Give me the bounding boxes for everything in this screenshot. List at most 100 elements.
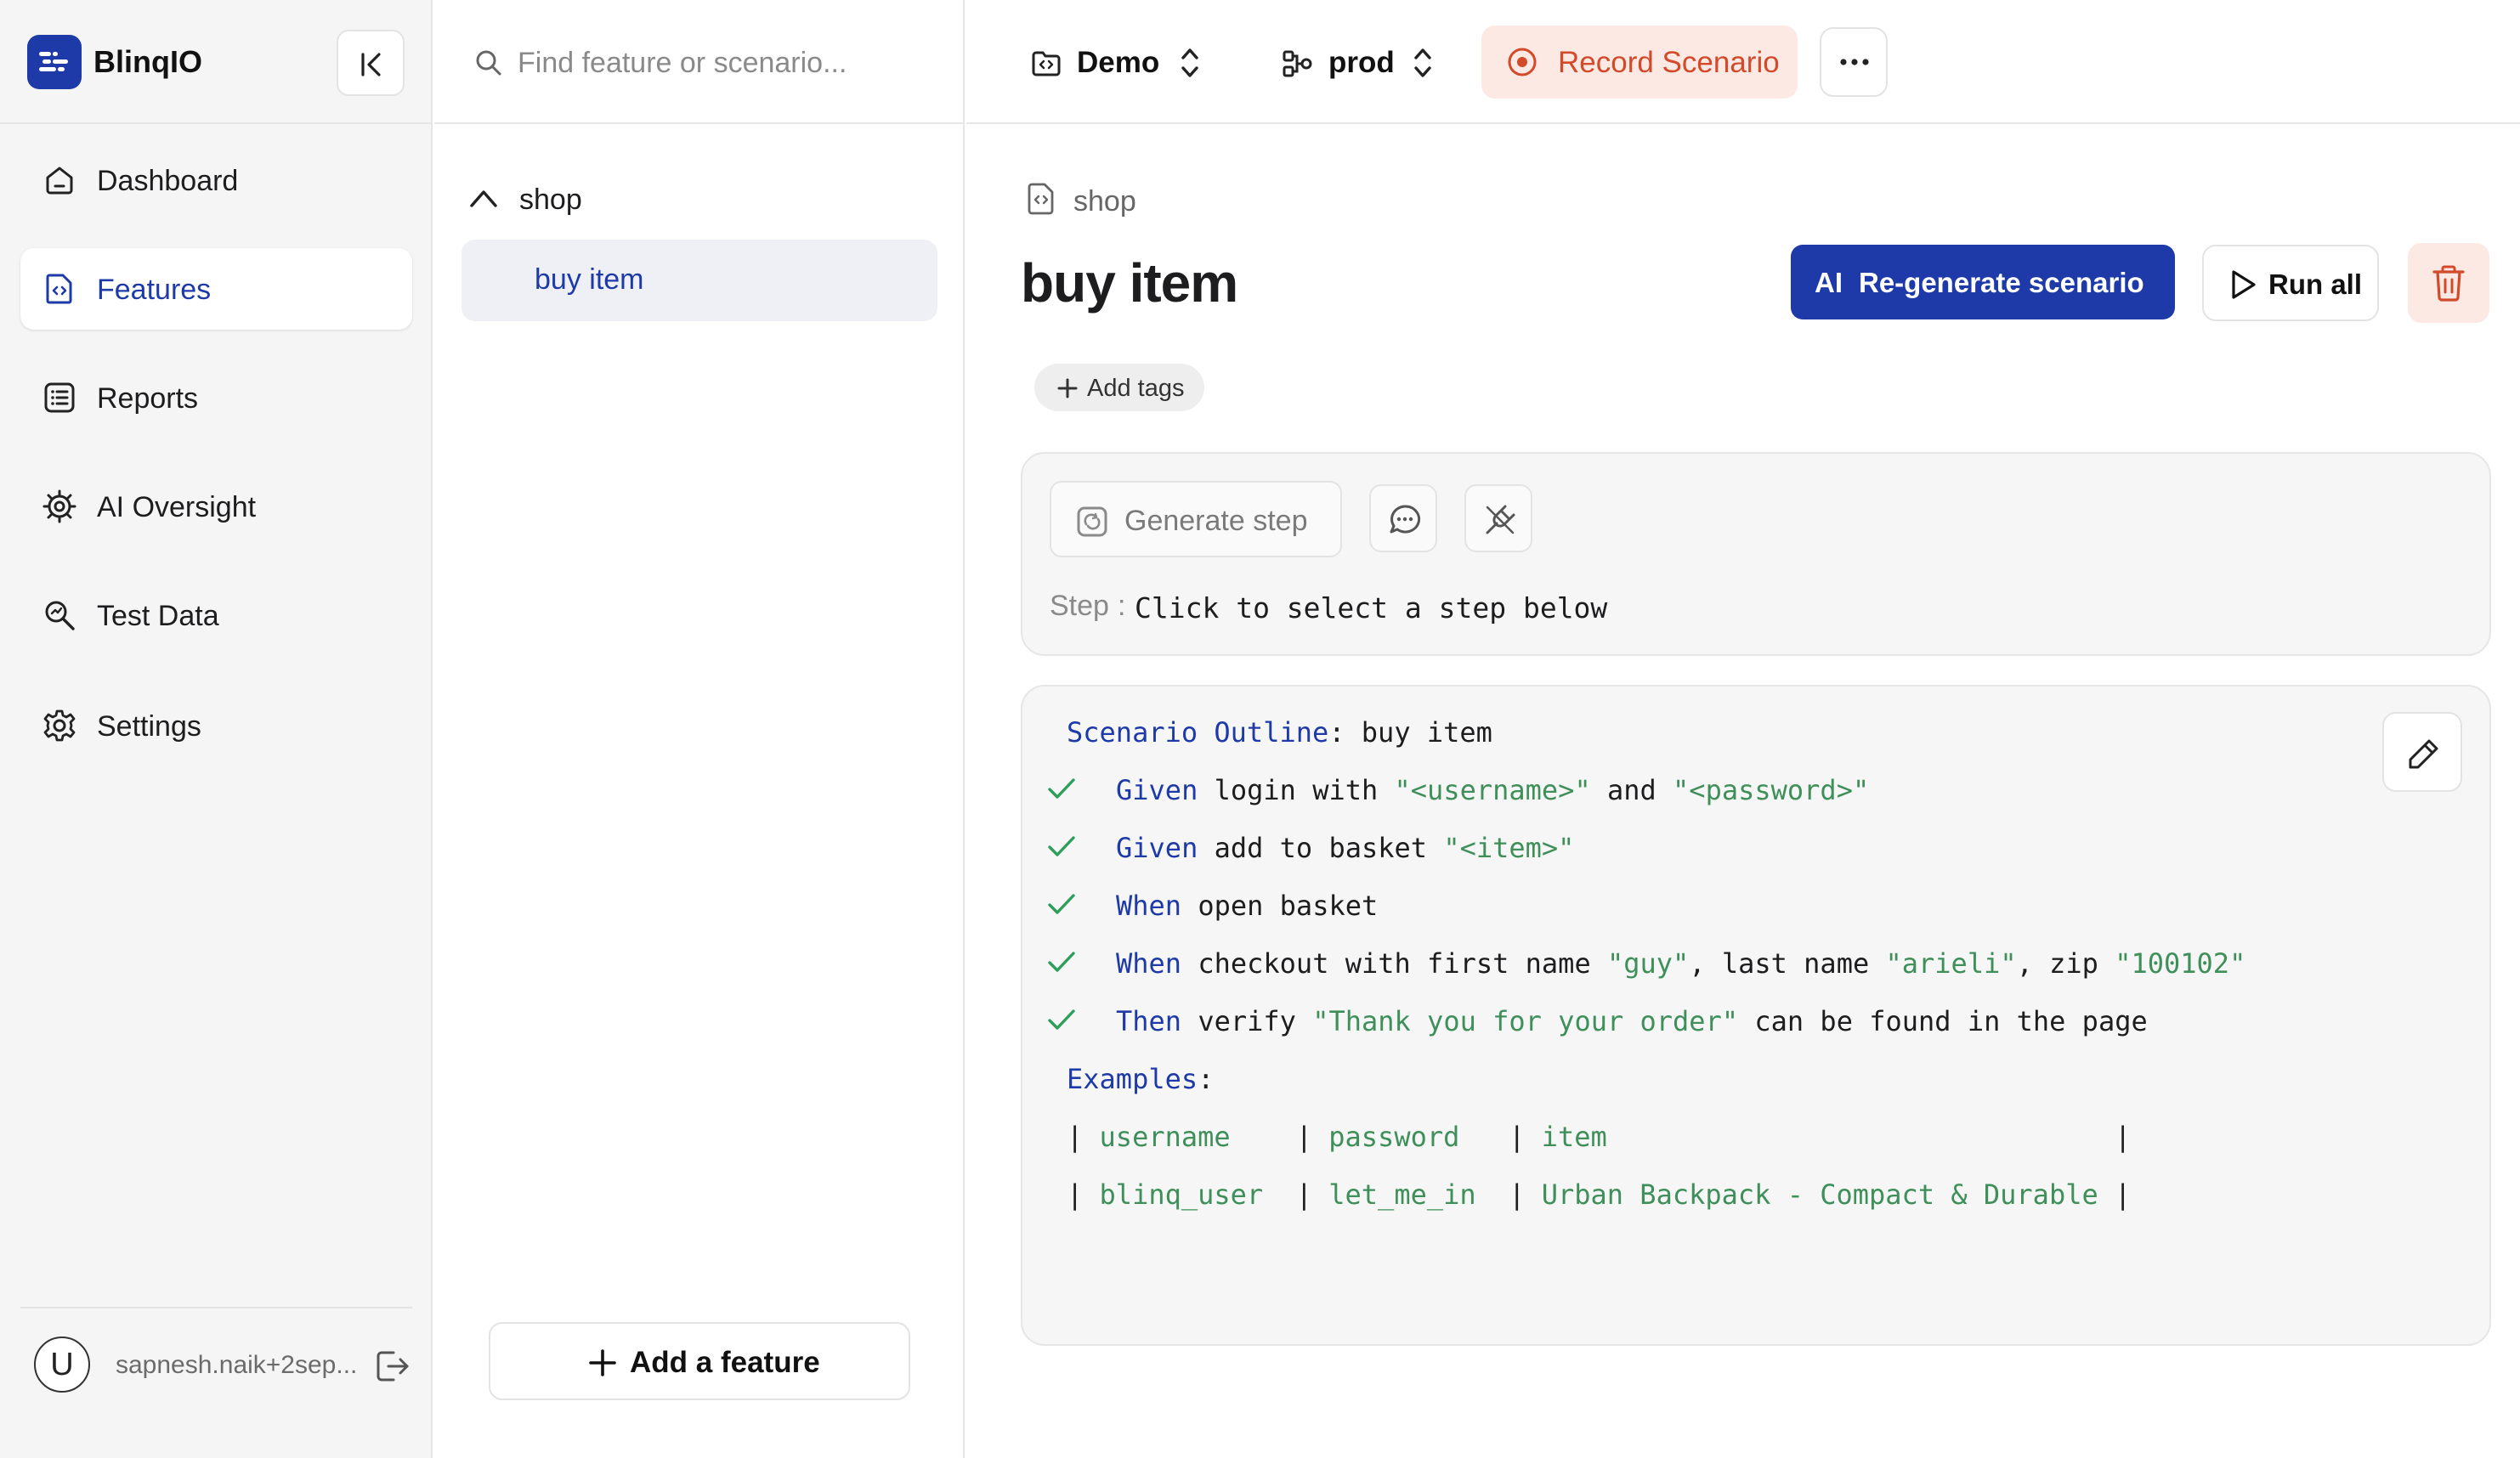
sidebar: BlinqIO Dashboard Features Reports AI Ov…	[0, 0, 433, 1458]
ai-badge: AI	[1815, 267, 1843, 298]
scenario-step[interactable]: Then verify "Thank you for your order" c…	[1116, 1004, 2148, 1038]
step-text-part: verify	[1198, 1005, 1313, 1037]
step-keyword: Then	[1116, 1005, 1182, 1037]
project-name: Demo	[1077, 46, 1160, 79]
regenerate-scenario-button[interactable]: AI Re-generate scenario	[1791, 245, 2175, 319]
scenario-outline-keyword: Scenario Outline	[1067, 716, 1329, 749]
examples-table-header: | username | password | item |	[1067, 1121, 2132, 1153]
step-text-part: can be found in the page	[1738, 1005, 2148, 1037]
play-icon	[2232, 270, 2256, 299]
step-separator: :	[1118, 590, 1126, 622]
step-panel: Generate step Step : Click to select a s…	[1021, 452, 2491, 656]
step-text-part: and	[1590, 774, 1673, 806]
scenario-outline-line: Scenario Outline: buy item	[1067, 715, 1492, 749]
scenario-outline-colon: :	[1328, 716, 1345, 749]
table-header-cell: item	[1541, 1121, 1607, 1153]
plug-icon	[1486, 505, 1515, 534]
scenario-step[interactable]: When checkout with first name "guy", las…	[1116, 947, 2245, 980]
sidebar-item-features[interactable]: Features	[20, 248, 412, 330]
check-icon	[1048, 778, 1075, 799]
run-all-button[interactable]: Run all	[2202, 245, 2379, 321]
link-step-button[interactable]	[1464, 484, 1532, 552]
collapse-sidebar-button[interactable]	[337, 30, 405, 96]
environment-name: prod	[1328, 46, 1395, 79]
plus-icon	[1057, 378, 1078, 398]
updown-chevron-icon	[1181, 48, 1198, 77]
step-param: "guy"	[1606, 947, 1690, 980]
sidebar-item-reports[interactable]: Reports	[20, 357, 412, 438]
sidebar-item-label: Settings	[97, 710, 201, 743]
brand-name: BlinqIO	[93, 44, 202, 79]
step-keyword: When	[1116, 890, 1182, 922]
scenario-editor[interactable]: Scenario Outline: buy item Given login w…	[1021, 685, 2491, 1346]
sidebar-item-label: Test Data	[97, 600, 219, 632]
examples-colon: :	[1198, 1063, 1215, 1095]
gear-icon	[43, 709, 76, 742]
updown-chevron-icon	[1414, 48, 1431, 77]
check-icon	[1048, 836, 1075, 856]
environment-icon	[1283, 50, 1312, 77]
search-input[interactable]	[518, 39, 943, 87]
project-icon	[1032, 51, 1061, 76]
more-options-button[interactable]	[1820, 27, 1888, 97]
user-email: sapnesh.naik+2sep...	[116, 1351, 358, 1379]
scenario-step[interactable]: Given add to basket "<item>"	[1116, 831, 1574, 865]
sidebar-item-dashboard[interactable]: Dashboard	[20, 139, 412, 221]
page-title: buy item	[1021, 252, 1238, 314]
table-cell: Urban Backpack - Compact & Durable	[1541, 1178, 2098, 1211]
brand-logo-icon	[27, 35, 82, 89]
delete-scenario-button[interactable]	[2408, 243, 2489, 323]
step-keyword: Given	[1116, 832, 1198, 864]
list-icon	[44, 382, 75, 413]
tree-item-buy-item[interactable]: buy item	[462, 240, 937, 321]
sidebar-divider	[20, 1307, 412, 1308]
check-icon	[1048, 1009, 1075, 1030]
sidebar-item-label: Dashboard	[97, 165, 239, 197]
project-selector[interactable]: Demo	[1029, 34, 1216, 93]
step-param: "<username>"	[1394, 774, 1591, 806]
generate-icon	[1077, 506, 1107, 537]
add-feature-label: Add a feature	[630, 1346, 820, 1379]
tree-item-label: buy item	[535, 263, 644, 296]
add-feature-button[interactable]: Add a feature	[489, 1322, 910, 1400]
sidebar-item-test-data[interactable]: Test Data	[20, 574, 412, 656]
brand-header: BlinqIO	[0, 0, 433, 124]
scenario-step[interactable]: When open basket	[1116, 889, 1378, 923]
search-icon	[476, 50, 501, 76]
topbar: Demo prod Record Scenario	[966, 0, 2520, 124]
sidebar-item-label: Features	[97, 274, 212, 306]
comment-step-button[interactable]	[1369, 484, 1437, 552]
add-tags-button[interactable]: Add tags	[1034, 364, 1204, 411]
tree-folder-shop[interactable]: shop	[460, 170, 936, 229]
feature-panel: shop buy item Add a feature	[434, 0, 965, 1458]
generate-step-button[interactable]: Generate step	[1050, 481, 1342, 557]
breadcrumb-label: shop	[1073, 185, 1136, 218]
main-content: shop buy item AI Re-generate scenario Ru…	[966, 126, 2520, 1458]
sidebar-item-label: AI Oversight	[97, 491, 257, 523]
step-prefix: Step	[1050, 590, 1109, 622]
examples-table-row: | blinq_user | let_me_in | Urban Backpac…	[1067, 1178, 2132, 1211]
edit-scenario-button[interactable]	[2382, 712, 2462, 792]
avatar[interactable]: U	[34, 1336, 90, 1393]
scenario-step[interactable]: Given login with "<username>" and "<pass…	[1116, 773, 1869, 807]
environment-selector[interactable]: prod	[1281, 34, 1451, 93]
record-scenario-button[interactable]: Record Scenario	[1481, 25, 1798, 99]
trash-icon	[2432, 265, 2465, 302]
table-header-cell: password	[1328, 1121, 1460, 1153]
check-icon	[1048, 894, 1075, 914]
regenerate-scenario-label: Re-generate scenario	[1859, 267, 2144, 298]
table-header-cell: username	[1099, 1121, 1231, 1153]
record-scenario-label: Record Scenario	[1558, 46, 1780, 79]
logout-icon[interactable]	[371, 1346, 412, 1387]
step-keyword: When	[1116, 947, 1182, 980]
search-data-icon	[45, 601, 75, 630]
chevron-up-icon	[470, 190, 497, 207]
pencil-icon	[2409, 739, 2438, 769]
sidebar-item-settings[interactable]: Settings	[20, 685, 412, 766]
file-code-icon	[1028, 183, 1054, 215]
home-icon	[46, 167, 73, 195]
scenario-outline-name: buy item	[1361, 716, 1492, 749]
step-text: Click to select a step below	[1135, 591, 1608, 624]
sidebar-item-label: Reports	[97, 382, 199, 415]
sidebar-item-ai-oversight[interactable]: AI Oversight	[20, 466, 412, 547]
